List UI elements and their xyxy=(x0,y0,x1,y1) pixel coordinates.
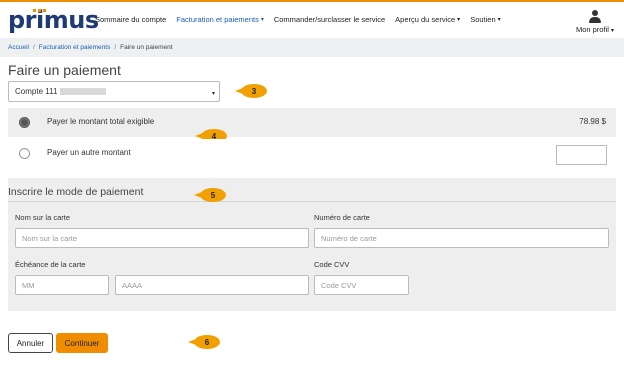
user-icon xyxy=(588,10,601,24)
callout-marker: 3 xyxy=(235,84,267,98)
expiry-year-input[interactable]: AAAA xyxy=(115,275,309,295)
pay-other-option[interactable]: Payer un autre montant xyxy=(8,139,616,171)
main-nav: Sommaire du compte Facturation et paiemen… xyxy=(95,15,511,24)
chevron-down-icon: ▾ xyxy=(497,17,501,23)
account-select[interactable]: Compte 111 ▾ xyxy=(8,81,220,102)
breadcrumb: Accueil / Facturation et paiements / Fai… xyxy=(0,38,624,57)
expiry-month-input[interactable]: MM xyxy=(15,275,109,295)
nav-item-label: Aperçu du service xyxy=(395,15,456,24)
pay-other-radio[interactable] xyxy=(19,148,30,159)
nav-item-label: Facturation et paiements xyxy=(176,15,259,24)
callout-marker: 5 xyxy=(194,188,226,202)
logo-accent-icon xyxy=(33,9,49,13)
primus-logo[interactable]: primus xyxy=(8,6,99,34)
card-number-input[interactable]: Numéro de carte xyxy=(314,228,609,248)
expiry-label: Échéance de la carte xyxy=(15,260,86,269)
pay-other-label: Payer un autre montant xyxy=(47,148,131,157)
cvv-label: Code CVV xyxy=(314,260,350,269)
nav-item-label: Soutien xyxy=(470,15,496,24)
redacted-account-number xyxy=(60,88,107,95)
page-title: Faire un paiement xyxy=(8,62,121,78)
continue-button[interactable]: Continuer xyxy=(56,333,108,353)
chevron-down-icon: ▾ xyxy=(260,17,264,23)
breadcrumb-separator: / xyxy=(114,44,117,51)
cancel-button[interactable]: Annuler xyxy=(8,333,53,353)
pay-total-label: Payer le montant total exigible xyxy=(47,117,155,126)
breadcrumb-separator: / xyxy=(32,44,35,51)
nav-item[interactable]: Soutien ▾ xyxy=(470,15,500,24)
top-navigation: primus Sommaire du compte Facturation et … xyxy=(0,0,624,38)
account-select-value: Compte 111 xyxy=(15,87,58,96)
cvv-input[interactable]: Code CVV xyxy=(314,275,409,295)
card-name-label: Nom sur la carte xyxy=(15,213,71,222)
card-name-input[interactable]: Nom sur la carte xyxy=(15,228,309,248)
section-divider xyxy=(8,201,616,202)
payment-method-title: Inscrire le mode de paiement xyxy=(8,186,144,198)
breadcrumb-billing[interactable]: Facturation et paiements xyxy=(39,44,111,51)
nav-item[interactable]: Commander/surclasser le service xyxy=(274,15,385,24)
chevron-down-icon: ▾ xyxy=(457,17,461,23)
nav-item[interactable]: Sommaire du compte xyxy=(95,15,166,24)
logo-text: primus xyxy=(8,6,99,34)
nav-item-label: Commander/surclasser le service xyxy=(273,15,386,24)
profile-menu[interactable]: Mon profil ▾ xyxy=(576,10,614,34)
card-number-label: Numéro de carte xyxy=(314,213,370,222)
other-amount-input[interactable] xyxy=(556,145,607,165)
nav-item[interactable]: Facturation et paiements ▾ xyxy=(176,15,264,24)
chevron-down-icon: ▾ xyxy=(610,28,614,34)
total-amount: 78.98 $ xyxy=(579,117,606,126)
nav-item[interactable]: Aperçu du service ▾ xyxy=(395,15,460,24)
breadcrumb-current: Faire un paiement xyxy=(120,44,173,51)
chevron-down-icon: ▾ xyxy=(211,91,215,97)
profile-label: Mon profil ▾ xyxy=(575,25,614,34)
callout-marker: 6 xyxy=(188,335,220,349)
pay-total-option[interactable]: Payer le montant total exigible 78.98 $ xyxy=(8,108,616,137)
breadcrumb-home[interactable]: Accueil xyxy=(8,44,29,51)
pay-total-radio[interactable] xyxy=(19,117,30,128)
payment-method-section: Inscrire le mode de paiement Nom sur la … xyxy=(8,178,616,311)
nav-item-label: Sommaire du compte xyxy=(95,15,167,24)
